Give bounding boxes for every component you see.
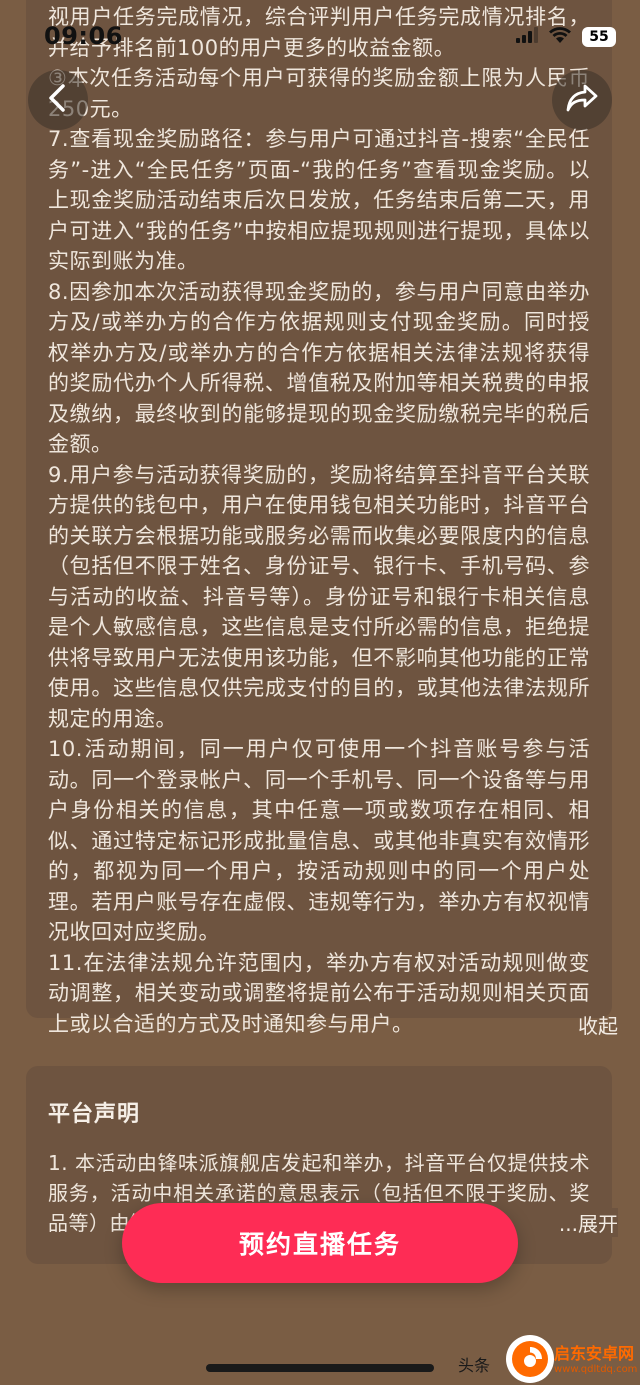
back-button[interactable]	[28, 70, 88, 130]
home-indicator	[206, 1364, 434, 1372]
wifi-icon	[548, 26, 572, 48]
status-icons: 55	[516, 26, 616, 48]
rules-paragraph: 视用户任务完成情况，综合评判用户任务完成情况排名，并给予排名前100的用户更多的…	[48, 5, 590, 60]
rules-text: 视用户任务完成情况，综合评判用户任务完成情况排名，并给予排名前100的用户更多的…	[48, 2, 590, 1039]
rules-paragraph: 9.用户参与活动获得奖励的，奖励将结算至抖音平台关联方提供的钱包中，用户在使用钱…	[48, 462, 590, 731]
expand-button[interactable]: ...展开	[552, 1208, 618, 1237]
watermark-site-url: www.qdltdq.com	[554, 1364, 638, 1375]
rules-paragraph: 7.查看现金奖励路径：参与用户可通过抖音-搜索“全民任务”-进入“全民任务”页面…	[48, 127, 590, 273]
rules-card: 视用户任务完成情况，综合评判用户任务完成情况排名，并给予排名前100的用户更多的…	[26, 0, 612, 1036]
watermark-logo-icon	[506, 1335, 554, 1383]
rules-paragraph: ③本次任务活动每个用户可获得的奖励金额上限为人民币250元。	[48, 66, 590, 121]
status-time: 09:06	[44, 22, 123, 50]
watermark-toutiao: 头条	[458, 1356, 491, 1375]
reserve-live-task-button[interactable]: 预约直播任务	[122, 1203, 518, 1283]
rules-paragraph: 11.在法律法规允许范围内，举办方有权对活动规则做变动调整，相关变动或调整将提前…	[48, 950, 590, 1036]
rules-paragraph: 10.活动期间，同一用户仅可使用一个抖音账号参与活动。同一个登录帐户、同一个手机…	[48, 737, 590, 944]
signal-icon	[516, 27, 538, 47]
rules-paragraph: 8.因参加本次活动获得现金奖励的，参与用户同意由举办方及/或举办方的合作方依据规…	[48, 279, 590, 457]
share-button[interactable]	[552, 70, 612, 130]
collapse-button[interactable]: 收起	[578, 1010, 618, 1039]
share-arrow-icon	[565, 83, 599, 117]
statement-title: 平台声明	[48, 1102, 141, 1127]
watermark-site-name: 启东安卓网	[554, 1344, 635, 1363]
chevron-left-icon	[45, 83, 71, 117]
watermark-site: 启东安卓网 www.qdltdq.com	[554, 1340, 637, 1375]
battery-icon: 55	[582, 27, 616, 47]
